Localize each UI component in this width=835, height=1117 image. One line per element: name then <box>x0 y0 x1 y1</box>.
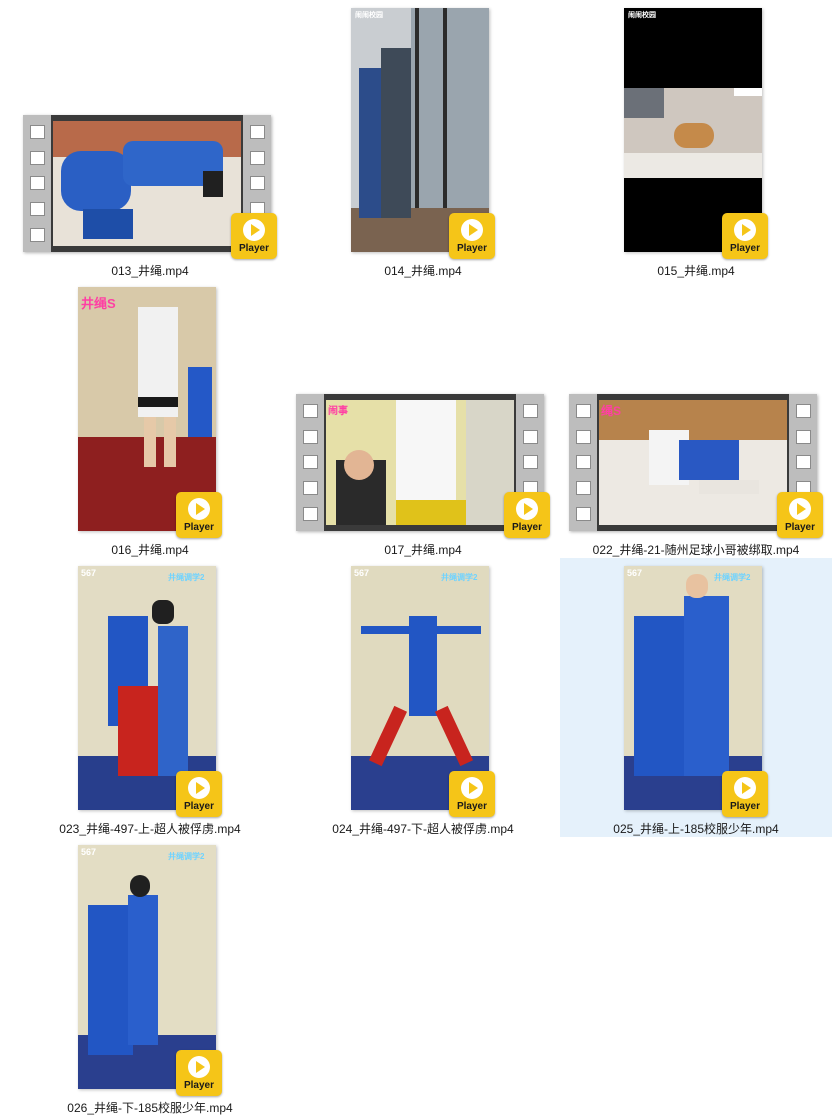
player-badge: Player <box>231 213 277 259</box>
watermark-text: 井绳调学2 <box>168 573 205 582</box>
play-icon <box>188 1055 210 1078</box>
file-name: 015_井绳.mp4 <box>657 264 735 278</box>
player-badge: Player <box>449 213 495 259</box>
film-perforation <box>23 115 51 252</box>
watermark-text: 闹闹校园 <box>628 12 656 19</box>
watermark-text: 567 <box>354 568 370 578</box>
play-icon <box>461 776 483 799</box>
file-tile[interactable]: 567 井绳调学2 Player 026_井绳-下-185校服少年.mp4 <box>14 837 286 1116</box>
file-tile[interactable]: 闹闹校园 Player 014_井绳.mp4 <box>287 0 559 279</box>
play-icon <box>461 218 483 241</box>
file-name: 024_井绳-497-下-超人被俘虏.mp4 <box>332 822 514 836</box>
player-badge: Player <box>722 771 768 817</box>
watermark-text: 闹事 <box>328 406 348 417</box>
watermark-text: 井绳调学2 <box>168 852 205 861</box>
video-frame: 闹事 <box>326 400 514 525</box>
player-badge: Player <box>777 492 823 538</box>
player-badge-label: Player <box>183 1079 215 1091</box>
watermark-text: 567 <box>81 847 97 857</box>
player-badge-label: Player <box>784 521 816 533</box>
file-name: 017_井绳.mp4 <box>384 543 462 557</box>
watermark-text: 567 <box>627 568 643 578</box>
watermark-text: 闹闹校园 <box>355 12 383 19</box>
play-icon <box>188 776 210 799</box>
file-tile-selected[interactable]: 567 井绳调学2 Player 025_井绳-上-185校服少年.mp4 <box>560 558 832 837</box>
film-perforation <box>296 394 324 531</box>
file-name: 014_井绳.mp4 <box>384 264 462 278</box>
player-badge-label: Player <box>511 521 543 533</box>
film-perforation <box>569 394 597 531</box>
file-tile[interactable]: 闹闹校园 Player 015_井绳.mp4 <box>560 0 832 279</box>
play-icon <box>734 218 756 241</box>
player-badge: Player <box>176 1050 222 1096</box>
player-badge-label: Player <box>183 521 215 533</box>
watermark-text: 567 <box>81 568 97 578</box>
file-name: 022_井绳-21-随州足球小哥被绑取.mp4 <box>592 543 800 557</box>
file-tile[interactable]: Player 013_井绳.mp4 <box>14 0 286 279</box>
file-tile[interactable]: 井绳S Player 016_井绳.mp4 <box>14 279 286 558</box>
file-name: 025_井绳-上-185校服少年.mp4 <box>613 822 779 836</box>
player-badge: Player <box>176 771 222 817</box>
file-tile[interactable]: 567 井绳调学2 Player 023_井绳-497-上-超人被俘虏.mp4 <box>14 558 286 837</box>
file-tile[interactable]: 闹事 Player 017_井绳.mp4 <box>287 279 559 558</box>
file-name: 016_井绳.mp4 <box>111 543 189 557</box>
watermark-text: 井绳调学2 <box>441 573 478 582</box>
player-badge: Player <box>176 492 222 538</box>
play-icon <box>243 218 265 241</box>
player-badge-label: Player <box>238 242 270 254</box>
watermark-text: 绳S <box>601 404 622 418</box>
player-badge: Player <box>722 213 768 259</box>
file-grid: Player 013_井绳.mp4 闹闹校园 Player 014_井绳.mp4 <box>0 0 835 1117</box>
player-badge-label: Player <box>183 800 215 812</box>
player-badge-label: Player <box>456 242 488 254</box>
watermark-text: 井绳调学2 <box>714 573 751 582</box>
watermark-text: 井绳S <box>81 296 116 311</box>
file-name: 026_井绳-下-185校服少年.mp4 <box>67 1101 233 1115</box>
file-tile[interactable]: 绳S Player 022_井绳-21-随州足球小哥被绑取.mp4 <box>560 279 832 558</box>
player-badge: Player <box>504 492 550 538</box>
file-name: 023_井绳-497-上-超人被俘虏.mp4 <box>59 822 241 836</box>
player-badge-label: Player <box>456 800 488 812</box>
play-icon <box>734 776 756 799</box>
player-badge-label: Player <box>729 800 761 812</box>
file-name: 013_井绳.mp4 <box>111 264 189 278</box>
file-tile[interactable]: 567 井绳调学2 Player 024_井绳-497-下-超人被俘虏.mp4 <box>287 558 559 837</box>
video-frame <box>53 121 241 246</box>
video-frame: 绳S <box>599 400 787 525</box>
player-badge-label: Player <box>729 242 761 254</box>
player-badge: Player <box>449 771 495 817</box>
play-icon <box>188 497 210 520</box>
play-icon <box>516 497 538 520</box>
play-icon <box>789 497 811 520</box>
